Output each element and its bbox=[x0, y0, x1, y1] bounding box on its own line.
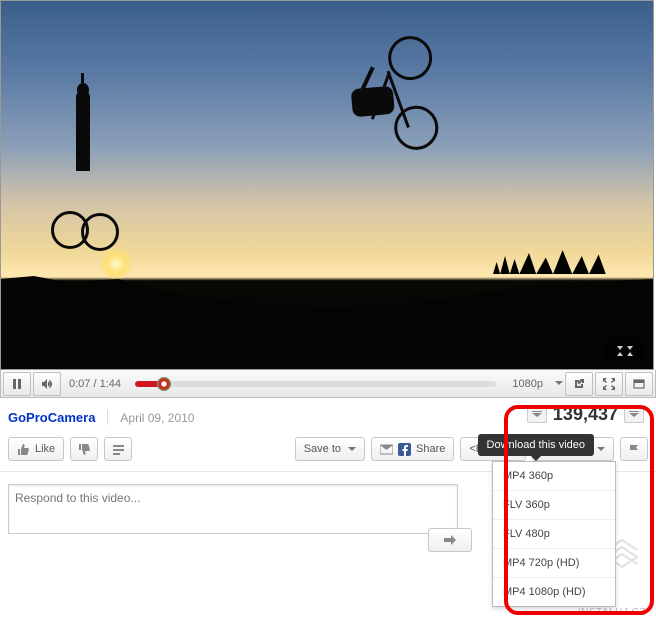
watermark-text: INSTALUJ.CZ bbox=[578, 607, 646, 618]
seek-handle[interactable] bbox=[157, 377, 171, 391]
flag-icon bbox=[628, 443, 641, 456]
download-option[interactable]: MP4 720p (HD) bbox=[493, 548, 615, 577]
popout-button[interactable] bbox=[565, 372, 593, 396]
thumbs-down-icon bbox=[78, 443, 91, 456]
quality-selector[interactable]: 1080p bbox=[504, 378, 551, 390]
player-controls: 0:07 / 1:44 1080p bbox=[0, 370, 656, 398]
download-option[interactable]: MP4 1080p (HD) bbox=[493, 577, 615, 606]
playlist-icon bbox=[112, 443, 125, 456]
video-frame-rider-standing bbox=[61, 91, 111, 271]
views-container: 139,437 bbox=[527, 404, 644, 425]
share-label: Share bbox=[416, 443, 445, 455]
expand-description-toggle-left[interactable] bbox=[527, 407, 547, 423]
like-button[interactable]: Like bbox=[8, 437, 64, 461]
chevron-down-icon bbox=[597, 447, 605, 455]
download-option[interactable]: FLV 480p bbox=[493, 519, 615, 548]
fullscreen-button[interactable] bbox=[595, 372, 623, 396]
view-count: 139,437 bbox=[553, 404, 618, 425]
save-to-button[interactable]: Save to bbox=[295, 437, 365, 461]
seek-bar[interactable] bbox=[135, 381, 496, 387]
download-dropdown-menu: MP4 360p FLV 360p FLV 480p MP4 720p (HD)… bbox=[492, 461, 616, 607]
facebook-icon bbox=[398, 443, 411, 456]
share-button[interactable]: Share bbox=[371, 437, 454, 461]
video-info-row: GoProCamera April 09, 2010 139,437 Downl… bbox=[0, 398, 656, 433]
mail-icon bbox=[380, 443, 393, 456]
comment-input[interactable] bbox=[8, 484, 458, 534]
expand-stats-toggle[interactable] bbox=[624, 407, 644, 423]
dislike-button[interactable] bbox=[70, 437, 98, 461]
volume-button[interactable] bbox=[33, 372, 61, 396]
theater-button[interactable] bbox=[625, 372, 653, 396]
playlist-button[interactable] bbox=[104, 437, 132, 461]
download-option[interactable]: MP4 360p bbox=[493, 462, 615, 490]
video-player[interactable] bbox=[0, 0, 654, 370]
expand-video-button[interactable] bbox=[605, 341, 645, 361]
save-to-label: Save to bbox=[304, 443, 341, 455]
thumbs-up-icon bbox=[17, 443, 30, 456]
time-display: 0:07 / 1:44 bbox=[63, 378, 127, 390]
arrow-right-icon bbox=[444, 535, 456, 545]
download-tooltip: Download this video bbox=[478, 434, 594, 456]
channel-link[interactable]: GoProCamera bbox=[8, 410, 108, 425]
download-option[interactable]: FLV 360p bbox=[493, 490, 615, 519]
chevron-down-icon bbox=[555, 381, 563, 389]
upload-date: April 09, 2010 bbox=[108, 411, 194, 425]
pause-button[interactable] bbox=[3, 372, 31, 396]
flag-button[interactable] bbox=[620, 437, 648, 461]
post-comment-button[interactable] bbox=[428, 528, 472, 552]
video-frame-rider-flipping bbox=[336, 26, 466, 156]
chevron-down-icon bbox=[348, 447, 356, 455]
like-label: Like bbox=[35, 443, 55, 455]
